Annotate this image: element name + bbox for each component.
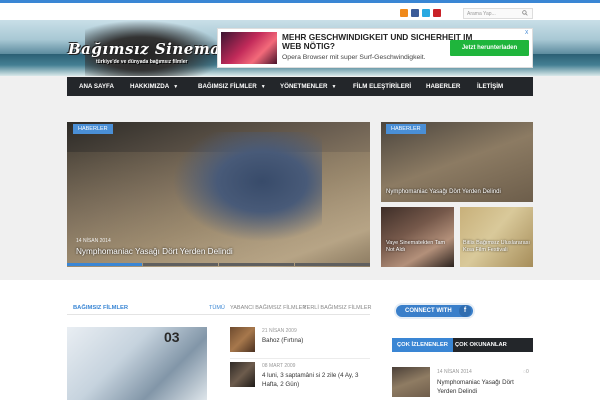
tab-most-viewed[interactable]: ÇOK İZLENENLER	[392, 338, 453, 352]
comment-count: ◌0	[523, 369, 529, 375]
site-tagline: türkiye'de ve dünyada bağımsız filmler	[96, 59, 188, 65]
nav-label: YÖNETMENLER	[280, 83, 328, 90]
rss-icon[interactable]	[400, 9, 408, 17]
section-title: BAĞIMSIZ FİLMLER	[73, 305, 129, 311]
slider-date: 14 NİSAN 2014	[76, 238, 111, 244]
nav-item-directors[interactable]: YÖNETMENLER ▼	[280, 77, 336, 96]
nav-label: FİLM ELEŞTİRİLERİ	[353, 83, 412, 90]
ad-banner[interactable]: MEHR GESCHWINDIGKEIT UND SICHERHEIT IM W…	[217, 28, 533, 68]
comment-count-value: 0	[525, 369, 529, 375]
tab-most-read[interactable]: ÇOK OKUNANLAR	[455, 338, 507, 352]
nav-item-contact[interactable]: İLETİŞİM	[477, 77, 503, 96]
slider-title[interactable]: Nymphomaniac Yasağı Dört Yerden Delindi	[76, 247, 233, 256]
slider-pagination	[67, 263, 370, 266]
nav-label: HAKKIMIZDA	[130, 83, 170, 90]
twitter-icon[interactable]	[422, 9, 430, 17]
slider-category-tag[interactable]: HABERLER	[73, 124, 113, 134]
nav-label: ANA SAYFA	[79, 83, 114, 90]
section-divider	[67, 314, 370, 315]
filter-all[interactable]: TÜMÜ	[209, 305, 225, 311]
main-nav: ANA SAYFA HAKKIMIZDA ▼ BAĞIMSIZ FİLMLER ▼ …	[67, 77, 533, 96]
list-divider	[230, 358, 370, 359]
featured-post-image[interactable]: 03	[67, 327, 207, 400]
side-post-left-title[interactable]: Vaye Sinematekten Tam Not Aldı	[386, 240, 452, 254]
filter-local[interactable]: YERLİ BAĞIMSIZ FİLMLER	[303, 305, 371, 311]
nav-item-films[interactable]: BAĞIMSIZ FİLMLER ▼	[198, 77, 266, 96]
nav-item-about[interactable]: HAKKIMIZDA ▼	[130, 77, 178, 96]
side-post-left[interactable]	[381, 207, 454, 267]
ad-image	[221, 32, 277, 64]
list-title[interactable]: 4 luni, 3 saptamâni si 2 zile (4 Ay, 3 H…	[262, 371, 372, 389]
nav-label: BAĞIMSIZ FİLMLER	[198, 83, 257, 90]
slider-dot[interactable]	[295, 263, 370, 266]
side-post-right-title[interactable]: Bitlis Bağımsız Uluslararası Kısa Film F…	[463, 240, 531, 254]
pinterest-icon[interactable]	[433, 9, 441, 17]
list-date: 08 MART 2009	[262, 363, 296, 369]
popular-post-thumb[interactable]	[392, 367, 430, 397]
slider-dot[interactable]	[67, 263, 142, 266]
nav-item-home[interactable]: ANA SAYFA	[79, 77, 114, 96]
side-post-right[interactable]	[460, 207, 533, 267]
ad-download-button[interactable]: Jetzt herunterladen	[450, 40, 529, 56]
list-thumb[interactable]	[230, 362, 255, 387]
slide-image-figure	[172, 132, 322, 242]
ad-close-icon[interactable]: X	[525, 30, 528, 36]
facebook-icon[interactable]	[411, 9, 419, 17]
nav-label: İLETİŞİM	[477, 83, 504, 90]
nav-item-news[interactable]: HABERLER	[426, 77, 460, 96]
list-thumb[interactable]	[230, 327, 255, 352]
featured-badge: 03	[164, 329, 180, 345]
chevron-down-icon: ▼	[260, 84, 266, 90]
ad-text: Opera Browser mit super Surf-Geschwindig…	[282, 54, 426, 61]
side-category-tag[interactable]: HABERLER	[386, 124, 426, 134]
nav-label: HABERLER	[426, 83, 461, 90]
site-logo[interactable]: Bağımsız Sinema	[68, 40, 220, 58]
top-bar: Arama Yap...	[0, 3, 600, 20]
list-title[interactable]: Bahoz (Fırtına)	[262, 336, 372, 345]
slider-dot[interactable]	[219, 263, 294, 266]
chevron-down-icon: ▼	[331, 84, 337, 90]
filter-foreign[interactable]: YABANCI BAĞIMSIZ FİLMLER	[230, 305, 306, 311]
list-date: 21 NİSAN 2009	[262, 328, 297, 334]
search-icon[interactable]	[522, 10, 528, 16]
popular-post-title[interactable]: Nymphomaniac Yasağı Dört Yerden Delindi	[437, 378, 533, 396]
slider-dot[interactable]	[143, 263, 218, 266]
side-post-top-title[interactable]: Nymphomaniac Yasağı Dört Yerden Delindi	[386, 189, 501, 195]
chevron-down-icon: ▼	[173, 84, 179, 90]
featured-slider[interactable]	[67, 122, 370, 267]
facebook-icon[interactable]: f	[459, 305, 471, 317]
nav-item-reviews[interactable]: FİLM ELEŞTİRİLERİ	[353, 77, 411, 96]
popular-post-date: 14 NİSAN 2014	[437, 369, 472, 375]
